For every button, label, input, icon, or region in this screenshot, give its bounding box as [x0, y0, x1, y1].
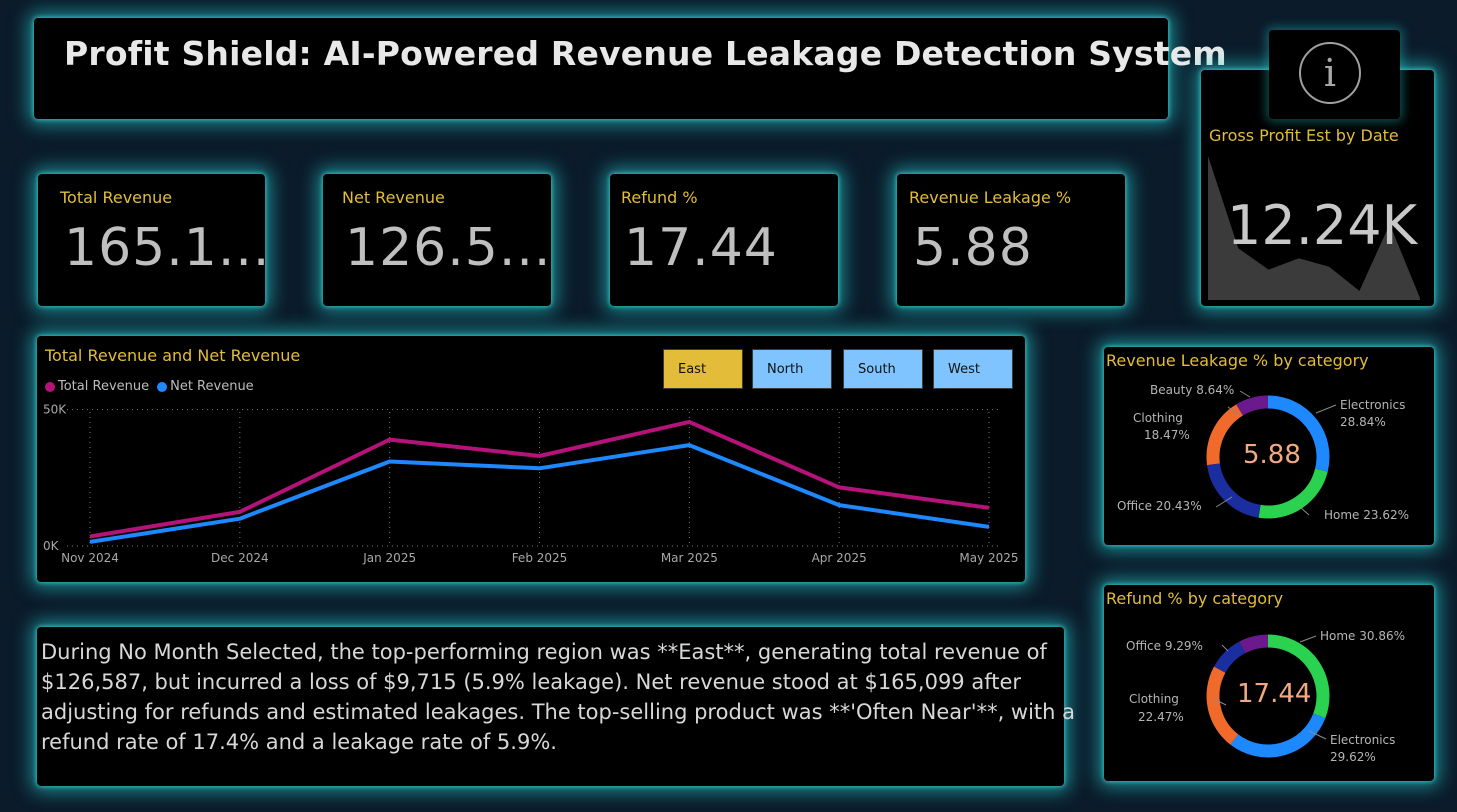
donut-slice-clothing	[1206, 666, 1239, 745]
kpi-value: 5.88	[913, 218, 1033, 278]
donut-slice-office	[1214, 641, 1246, 674]
refund-donut-card: Refund % by category 17.44 Home 30.86% E…	[1104, 585, 1434, 781]
donut-label: Electronics	[1340, 398, 1406, 412]
kpi-label: Total Revenue	[60, 188, 173, 207]
refund-donut-center: 17.44	[1237, 679, 1312, 709]
y-tick-label: 50K	[43, 403, 67, 417]
donut-slice-home	[1258, 468, 1328, 519]
donut-slice-beauty	[1239, 634, 1269, 654]
donut-label: Beauty 8.64%	[1150, 383, 1235, 397]
donut-leader-line	[1239, 390, 1251, 398]
x-tick-label: Dec 2024	[211, 551, 269, 565]
kpi-value: 126.5...	[345, 218, 552, 278]
gross-profit-label: Gross Profit Est by Date	[1209, 126, 1399, 145]
donut-slice-clothing	[1206, 404, 1244, 466]
donut-label: Clothing	[1129, 692, 1179, 706]
x-tick-label: Nov 2024	[61, 551, 119, 565]
kpi-value: 165.1...	[64, 218, 271, 278]
donut-slice-electronics	[1230, 713, 1326, 758]
kpi-refund-pct[interactable]: Refund % 17.44	[610, 174, 838, 306]
donut-leader-line	[1221, 644, 1229, 652]
title-banner: Profit Shield: AI-Powered Revenue Leakag…	[34, 18, 1227, 119]
kpi-label: Refund %	[621, 188, 698, 207]
x-tick-label: May 2025	[959, 551, 1018, 565]
donut-label: Office 9.29%	[1126, 639, 1203, 653]
donut-label: 18.47%	[1144, 428, 1190, 442]
kpi-value: 17.44	[624, 218, 778, 278]
leakage-donut-card: Revenue Leakage % by category 5.88 Elect…	[1104, 347, 1434, 545]
narrative-text: During No Month Selected, the top-perfor…	[41, 640, 1076, 754]
donut-label: Home 23.62%	[1324, 508, 1410, 522]
info-button[interactable]: i	[1269, 30, 1400, 119]
y-tick-label: 0K	[43, 539, 60, 553]
kpi-revenue-leakage-pct[interactable]: Revenue Leakage % 5.88	[897, 174, 1125, 306]
donut-leader-line	[1299, 635, 1317, 643]
revenue-line-chart-card: Total Revenue and Net Revenue Total Reve…	[37, 336, 1025, 582]
page-title: Profit Shield: AI-Powered Revenue Leakag…	[64, 34, 1227, 73]
kpi-label: Revenue Leakage %	[909, 188, 1072, 207]
donut-leader-line	[1315, 404, 1337, 414]
x-tick-label: Jan 2025	[362, 551, 416, 565]
donut-label: Home 30.86%	[1320, 629, 1406, 643]
leakage-donut-center: 5.88	[1243, 440, 1301, 470]
donut-label: Electronics	[1330, 733, 1396, 747]
info-icon: i	[1299, 42, 1361, 104]
donut-leader-line	[1299, 506, 1310, 516]
donut-slice-beauty	[1236, 395, 1269, 416]
donut-label: 29.62%	[1330, 750, 1376, 764]
donut-label: 28.84%	[1340, 415, 1386, 429]
donut-label: 22.47%	[1138, 710, 1184, 724]
donut-label: Clothing	[1133, 411, 1183, 425]
gross-profit-value: 12.24K	[1227, 194, 1418, 257]
x-tick-label: Apr 2025	[812, 551, 867, 565]
kpi-net-revenue[interactable]: Net Revenue 126.5...	[323, 174, 551, 306]
line-chart-plot: 50K 0KNov 2024 Dec 2024 Jan 2025 Feb 2025 Mar…	[43, 403, 1019, 565]
x-tick-label: Feb 2025	[512, 551, 568, 565]
x-tick-label: Mar 2025	[661, 551, 718, 565]
kpi-label: Net Revenue	[342, 188, 445, 207]
donut-label: Office 20.43%	[1117, 499, 1202, 513]
kpi-total-revenue[interactable]: Total Revenue 165.1...	[38, 174, 269, 306]
smart-narrative-card: During No Month Selected, the top-perfor…	[37, 627, 1075, 786]
